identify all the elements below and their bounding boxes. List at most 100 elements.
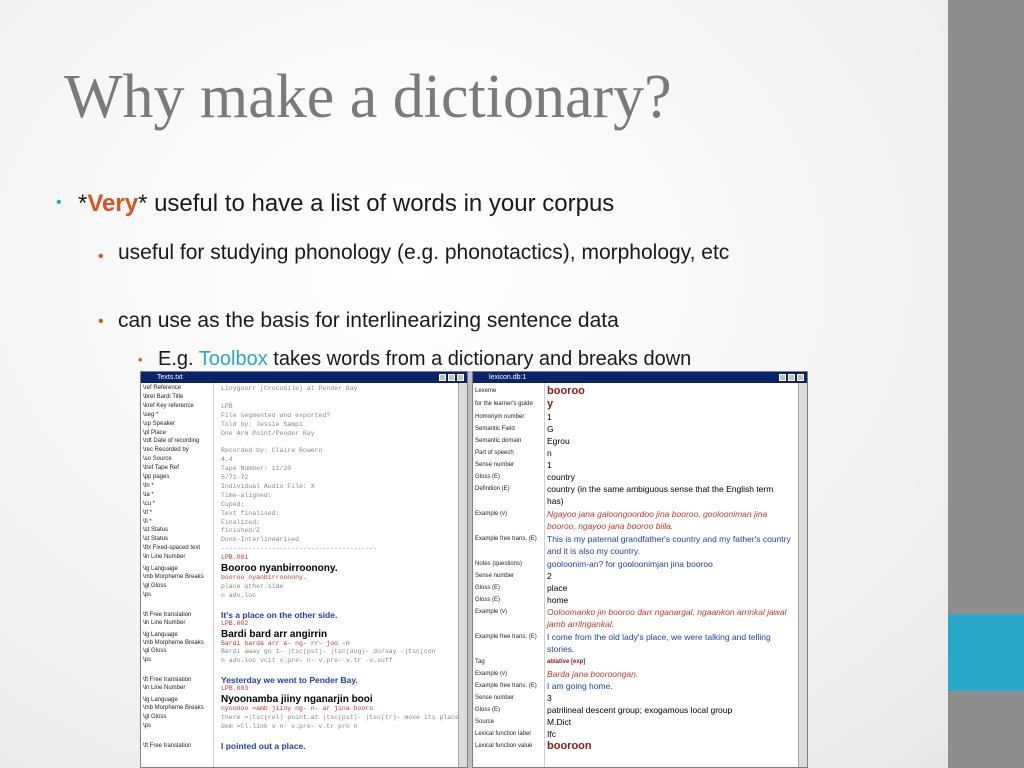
field-value[interactable]: This is my paternal grandfather's countr… [547, 533, 791, 557]
field-value[interactable]: Ooloomanko jin booroo darr nganargal, ng… [547, 606, 791, 630]
field-value[interactable]: place other.side [221, 583, 283, 590]
field-value[interactable]: gooloonim-an? for gooloonimjan jina boor… [547, 558, 791, 570]
marker-label: \tf * [143, 509, 153, 516]
field-label: Example free trans. (E) [475, 634, 537, 640]
slide-title: Why make a dictionary? [64, 63, 672, 131]
field-label: Lexeme [475, 388, 497, 394]
field-value[interactable]: patrilineal descent group; exogamous loc… [547, 704, 791, 716]
marker-label: \pp pages [143, 474, 170, 480]
marker-label: \mb Morpheme Breaks [143, 639, 204, 646]
field-value[interactable]: 5/71-72 [221, 474, 248, 481]
field-value[interactable]: booroo [547, 385, 585, 397]
marker-label: \ft Free translation [143, 742, 192, 749]
field-label: Notes (questions) [475, 561, 523, 567]
field-value[interactable]: Barda jana booroongan. [547, 668, 791, 680]
field-label: for the learner's guide [475, 401, 533, 407]
field-value[interactable]: Finalized: [221, 519, 260, 526]
field-value[interactable]: ablative [exp] [547, 656, 791, 668]
field-value[interactable]: finished/Z [221, 527, 260, 534]
field-value[interactable]: 3 [547, 692, 791, 704]
field-value[interactable]: nyoonoo =amb jiiny ng- n- ar jina booro [221, 705, 373, 712]
field-value[interactable]: G [547, 423, 791, 435]
field-value[interactable]: Time-aligned: [221, 492, 272, 499]
field-value[interactable]: 4.4 [221, 456, 233, 463]
field-value[interactable]: I come from the old lady's place, we wer… [547, 631, 791, 655]
bullet-1-pre: * [78, 190, 88, 217]
field-value[interactable]: Recorded by: Claire Bowern [221, 447, 322, 454]
field-value[interactable]: Ngayoo jana galoongoordoo jina booroo, g… [547, 508, 791, 532]
toolbox-screenshot: Texts.txt \ref Reference Linygoorr (Croco… [140, 371, 808, 768]
field-label: Definition (E) [475, 486, 510, 492]
field-value[interactable]: Bardi away go 1- |tsc(pst)- |tsc(aug)- d… [221, 648, 436, 655]
field-value[interactable]: Told by: Jessie Sampi [221, 421, 303, 428]
field-value[interactable]: Bardi barda arr a- ng- rr- joo -n [221, 640, 350, 647]
field-label: Gloss (E) [475, 585, 501, 591]
field-value[interactable]: LPB.002 [221, 620, 248, 627]
field-label: Sense number [475, 573, 515, 579]
field-value[interactable]: Done-Interlinearised [221, 536, 299, 543]
lexicon-window-titlebar[interactable]: lexicon.db:1 [473, 372, 807, 383]
field-value[interactable]: File segmented and exported? [221, 412, 330, 419]
scrollbar[interactable] [798, 383, 807, 767]
marker-label: \ps [143, 722, 152, 729]
minimize-icon[interactable] [779, 374, 786, 381]
scrollbar[interactable] [458, 383, 467, 767]
field-label: Lexical function value [475, 743, 533, 749]
field-value[interactable]: 1 [547, 411, 791, 423]
minimize-icon[interactable] [439, 374, 446, 381]
bullet-2: • useful for studying phonology (e.g. ph… [98, 236, 878, 270]
field-value[interactable]: there =|tsc(rel) point.at |tsc(pst)- |ts… [221, 714, 459, 721]
field-divider [213, 383, 214, 767]
field-value[interactable]: n [547, 447, 791, 459]
bullet-1: • *Very* useful to have a list of words … [56, 190, 614, 218]
field-value[interactable]: I pointed out a place. [221, 741, 306, 751]
field-value[interactable]: Egrou [547, 435, 791, 447]
field-value[interactable]: Nyoonamba jiiny nganarjin booi [221, 694, 373, 705]
field-value[interactable]: Tape Number: 11/20 [221, 465, 291, 472]
toolbox-link[interactable]: Toolbox [199, 348, 268, 370]
field-value[interactable]: M.Dict [547, 716, 791, 728]
field-value[interactable]: country (in the same ambiguous sense tha… [547, 483, 791, 507]
field-value[interactable]: Booroo nyanbirroonony. [221, 563, 337, 574]
field-value[interactable]: dem =Cl.link v n- v.pre- v.tr pro n [221, 723, 358, 730]
field-value[interactable]: 2 [547, 570, 791, 582]
texts-window-titlebar[interactable]: Texts.txt [141, 372, 467, 383]
field-label: Part of speech [475, 450, 514, 456]
marker-label: \lg Language [143, 631, 178, 638]
field-value[interactable]: One Arm Point/Pender Bay [221, 430, 315, 437]
close-icon[interactable] [457, 374, 464, 381]
field-value[interactable]: Ifc [547, 728, 791, 740]
field-label: Homonym number [475, 414, 525, 420]
field-value[interactable]: y [547, 398, 553, 410]
field-value[interactable]: Yesterday we went to Pender Bay. [221, 675, 358, 685]
field-value[interactable]: ---------------------------------------- [221, 545, 377, 552]
maximize-icon[interactable] [448, 374, 455, 381]
field-value[interactable]: LPB.003 [221, 685, 248, 692]
field-value[interactable]: LPB [221, 403, 233, 410]
field-value[interactable]: Cuped: [221, 501, 244, 508]
field-value[interactable]: booroon [547, 740, 592, 752]
marker-label: \seg * [143, 411, 159, 418]
field-value[interactable]: country [547, 471, 791, 483]
field-value[interactable]: place [547, 582, 791, 594]
field-value[interactable]: Text finalised: [221, 510, 280, 517]
field-value[interactable]: home [547, 594, 791, 606]
field-value[interactable]: Individual Audio File: X [221, 483, 315, 490]
lexicon-window: lexicon.db:1 Lexeme booroo for the learner… [472, 371, 808, 768]
field-value[interactable]: n adv.loc vcit v.pre- n- v.pre- v.tr -v.… [221, 657, 393, 664]
field-value[interactable]: 1 [547, 459, 791, 471]
marker-label: \sp Speaker [143, 420, 176, 427]
field-value[interactable]: I am going home. [547, 680, 791, 692]
field-value[interactable]: booroo nyanbirroonony. [221, 574, 307, 581]
marker-label: \so Source [143, 456, 172, 463]
field-value[interactable]: Bardi bard arr angirrin [221, 629, 327, 640]
maximize-icon[interactable] [788, 374, 795, 381]
field-value[interactable]: It's a place on the other side. [221, 610, 337, 620]
field-value[interactable]: n adv.loc [221, 592, 256, 599]
marker-label: \ps [143, 591, 152, 598]
close-icon[interactable] [797, 374, 804, 381]
field-value[interactable]: Linygoorr (Crocodile) at Pender Bay [221, 385, 358, 392]
bullet-dot-icon: • [98, 248, 104, 265]
bullet-dot-icon: • [138, 352, 143, 367]
field-value[interactable]: LPB.001 [221, 554, 248, 561]
